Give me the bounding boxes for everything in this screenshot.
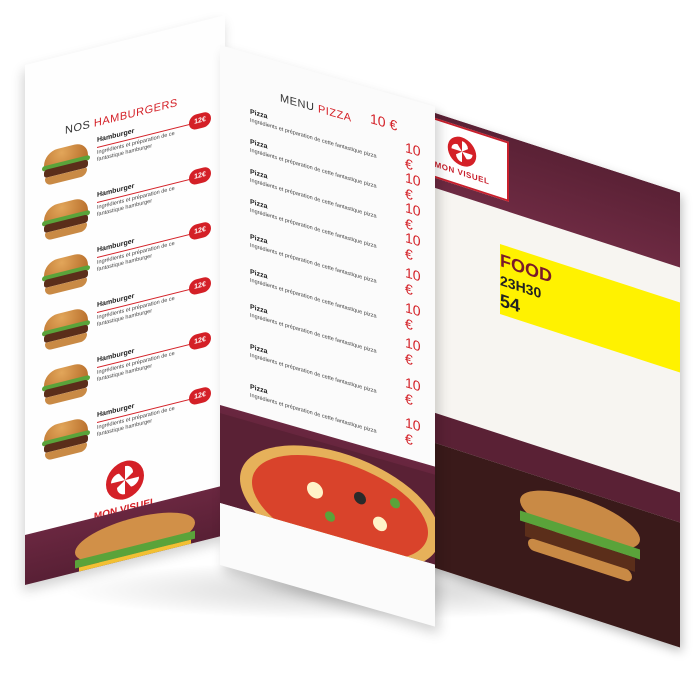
burger-image-icon [41, 249, 91, 299]
front-spread: NOS HAMBURGERS Hamburger Ingrédients et … [25, 15, 435, 627]
pizza-price: 10 € [405, 229, 421, 264]
burgers-title-prefix: NOS [65, 118, 91, 138]
price-badge: 12€ [189, 330, 211, 352]
burgers-panel: NOS HAMBURGERS Hamburger Ingrédients et … [25, 15, 225, 585]
price-badge: 12€ [189, 385, 211, 407]
burger-image-icon [41, 414, 91, 464]
pizzas-title-accent: PIZZA [317, 103, 352, 125]
price-badge: 12€ [189, 275, 211, 297]
pizzas-title-prefix: MENU [280, 92, 315, 115]
pizza-price: 10 € [370, 110, 398, 134]
burger-image-icon [41, 359, 91, 409]
hours-banner: FOOD 23H30 54 [500, 243, 680, 373]
banner-line-3: 54 [500, 289, 521, 317]
menu-brochure-scene: MON VISUEL FOOD 23H30 54 NOS HAMBURGERS [0, 0, 700, 700]
pizza-price: 10 € [405, 374, 421, 409]
pizza-price: 10 € [405, 414, 421, 449]
pinwheel-logo-icon [106, 460, 144, 500]
pizza-price: 10 € [405, 299, 421, 334]
price-badge: 12€ [189, 220, 211, 242]
pizzas-panel: MENU PIZZA 10 € Pizza Ingrédients et pré… [220, 45, 435, 627]
price-badge: 12€ [189, 110, 211, 132]
pizza-price: 10 € [405, 264, 421, 299]
pizza-price: 10 € [405, 334, 421, 369]
burger-image-icon [41, 194, 91, 244]
price-badge: 12€ [189, 165, 211, 187]
burger-image-icon [41, 139, 91, 189]
burger-image-icon [41, 304, 91, 354]
